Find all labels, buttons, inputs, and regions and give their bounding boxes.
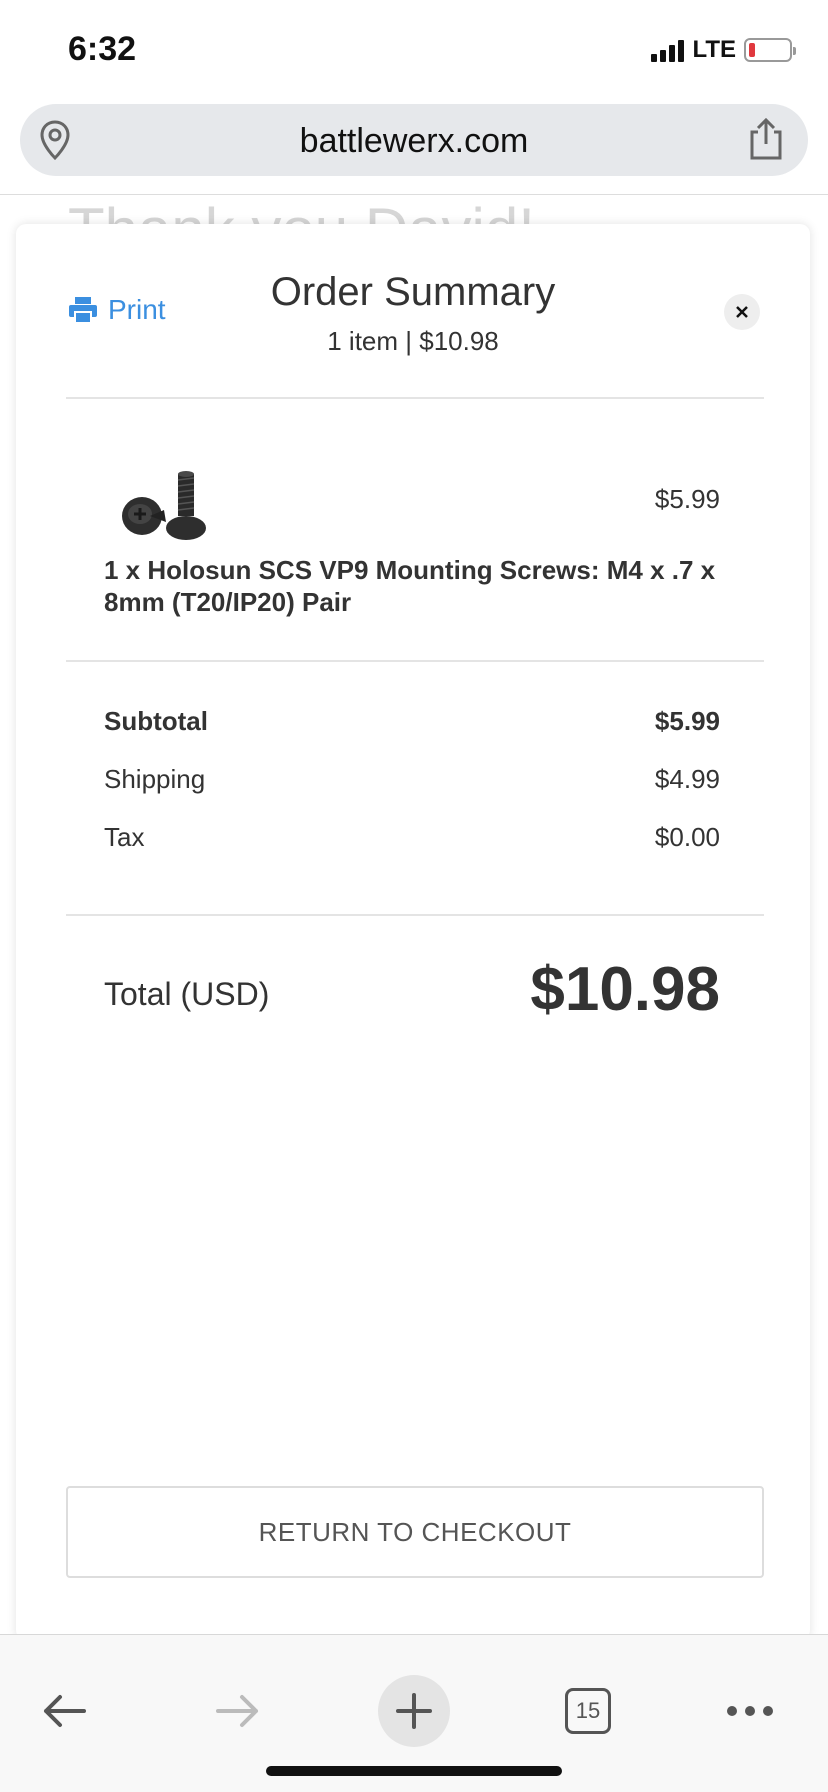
subtotal-value: $5.99 xyxy=(654,706,720,736)
forward-arrow-icon xyxy=(216,1695,258,1727)
tax-row: Tax $0.00 xyxy=(104,822,720,853)
item-name: 1 x Holosun SCS VP9 Mounting Screws: M4 … xyxy=(104,555,716,617)
shipping-value: $4.99 xyxy=(654,764,720,794)
divider xyxy=(66,660,764,662)
subtotal-row: Subtotal $5.99 xyxy=(104,706,720,737)
signal-icon xyxy=(651,38,685,62)
tabs-button[interactable]: 15 xyxy=(552,1675,624,1747)
back-button[interactable] xyxy=(28,1675,100,1747)
back-arrow-icon xyxy=(44,1695,86,1727)
divider xyxy=(66,397,764,399)
plus-icon xyxy=(396,1693,432,1729)
status-indicators: LTE xyxy=(651,36,796,64)
address-bar[interactable]: battlewerx.com xyxy=(20,104,808,176)
modal-subtitle: 1 item | $10.98 xyxy=(327,326,499,356)
total-label: Total (USD) xyxy=(104,976,270,1012)
order-summary-modal: Print Order Summary 1 item | $10.98 $5.9… xyxy=(16,224,810,1640)
total-value: $10.98 xyxy=(530,955,720,1024)
close-icon xyxy=(736,306,748,318)
new-tab-button[interactable] xyxy=(378,1675,450,1747)
modal-title: Order Summary xyxy=(270,270,556,314)
divider xyxy=(66,914,764,916)
status-time: 6:32 xyxy=(68,30,137,68)
tabs-icon: 15 xyxy=(565,1688,611,1734)
more-icon xyxy=(727,1706,773,1716)
home-indicator[interactable] xyxy=(266,1766,562,1776)
shipping-label: Shipping xyxy=(104,764,206,794)
item-price: $5.99 xyxy=(654,484,720,514)
return-to-checkout-button[interactable]: RETURN TO CHECKOUT xyxy=(66,1486,764,1578)
product-image xyxy=(114,464,224,544)
status-bar: 6:32 LTE xyxy=(0,0,828,96)
tax-label: Tax xyxy=(104,822,145,852)
shipping-row: Shipping $4.99 xyxy=(104,764,720,795)
battery-level xyxy=(749,43,755,57)
forward-button[interactable] xyxy=(202,1675,274,1747)
close-button[interactable] xyxy=(724,294,760,330)
url-text[interactable]: battlewerx.com xyxy=(20,122,808,161)
battery-icon xyxy=(744,38,796,62)
menu-button[interactable] xyxy=(714,1675,786,1747)
subtotal-label: Subtotal xyxy=(104,706,208,736)
network-label: LTE xyxy=(692,36,736,63)
tax-value: $0.00 xyxy=(654,822,720,852)
share-icon[interactable] xyxy=(748,117,784,165)
